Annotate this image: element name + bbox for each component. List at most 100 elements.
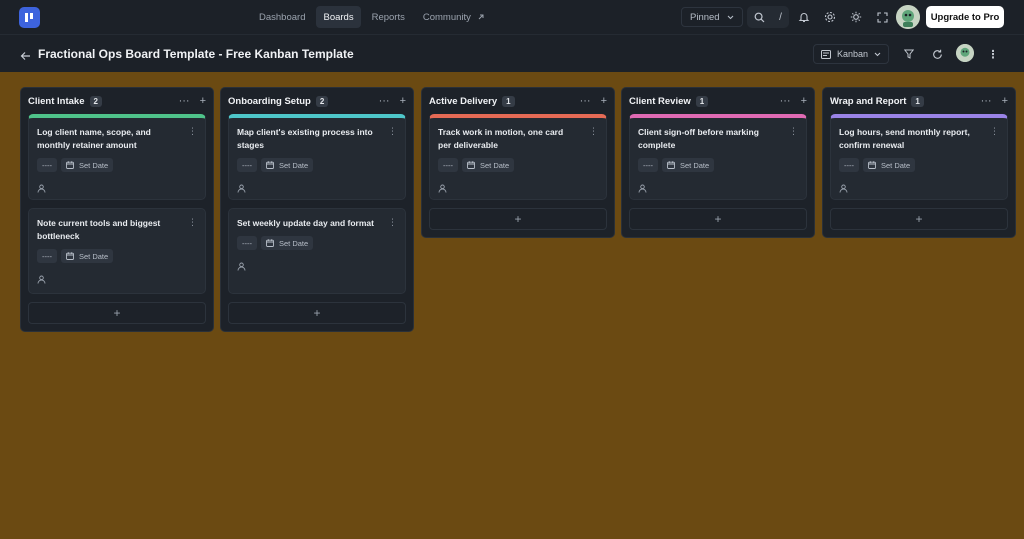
priority-chip[interactable]: ---- — [638, 158, 658, 172]
assign-user-icon[interactable] — [237, 180, 247, 193]
task-card[interactable]: Track work in motion, one card per deliv… — [429, 114, 607, 200]
add-card-button[interactable]: + — [629, 208, 807, 230]
add-card-button[interactable]: + — [830, 208, 1008, 230]
set-date-button[interactable]: Set Date — [61, 158, 114, 172]
add-card-button[interactable]: + — [429, 208, 607, 230]
card-more-icon[interactable]: ⋮ — [188, 126, 197, 137]
priority-chip[interactable]: ---- — [839, 158, 859, 172]
task-card[interactable]: Set weekly update day and format ⋮ ---- … — [228, 208, 406, 294]
add-card-icon[interactable]: + — [801, 95, 807, 107]
set-date-label: Set Date — [279, 238, 309, 248]
back-arrow-icon[interactable] — [20, 48, 31, 66]
assign-user-icon[interactable] — [37, 180, 47, 193]
add-card-button[interactable]: + — [228, 302, 406, 324]
set-date-button[interactable]: Set Date — [462, 158, 515, 172]
card-more-icon[interactable]: ⋮ — [188, 217, 197, 228]
column-actions: ··· + — [379, 95, 406, 107]
nav-dashboard[interactable]: Dashboard — [252, 6, 312, 28]
calendar-icon — [66, 161, 74, 169]
view-selector[interactable]: Kanban — [813, 44, 889, 64]
set-date-label: Set Date — [279, 160, 309, 170]
add-card-icon[interactable]: + — [200, 95, 206, 107]
more-horizontal-icon[interactable]: ··· — [780, 95, 791, 107]
task-card[interactable]: Note current tools and biggest bottlenec… — [28, 208, 206, 294]
bell-icon[interactable] — [797, 10, 811, 24]
add-card-icon[interactable]: + — [1002, 95, 1008, 107]
assign-user-icon[interactable] — [638, 180, 648, 193]
filter-icon[interactable] — [903, 48, 915, 60]
card-more-icon[interactable]: ⋮ — [388, 126, 397, 137]
assign-user-icon[interactable] — [438, 180, 448, 193]
column-header: Client Review 1 ··· + — [622, 88, 814, 114]
add-card-button[interactable]: + — [28, 302, 206, 324]
priority-chip[interactable]: ---- — [237, 236, 257, 250]
more-horizontal-icon[interactable]: ··· — [179, 95, 190, 107]
column-actions: ··· + — [580, 95, 607, 107]
set-date-button[interactable]: Set Date — [261, 158, 314, 172]
set-date-button[interactable]: Set Date — [261, 236, 314, 250]
set-date-button[interactable]: Set Date — [61, 249, 114, 263]
kanban-column: Wrap and Report 1 ··· + Log hours, send … — [822, 87, 1016, 238]
sun-icon[interactable] — [849, 10, 863, 24]
nav-community[interactable]: Community — [416, 6, 492, 28]
pinned-label: Pinned — [690, 11, 720, 23]
priority-value: ---- — [844, 160, 854, 170]
nav-community-label: Community — [422, 11, 471, 23]
app-logo[interactable] — [19, 7, 40, 28]
top-nav: Dashboard Boards Reports Community Pinne… — [0, 0, 1024, 34]
main-nav: Dashboard Boards Reports Community — [252, 6, 492, 28]
card-more-icon[interactable]: ⋮ — [789, 126, 798, 137]
priority-chip[interactable]: ---- — [37, 249, 57, 263]
fullscreen-icon[interactable] — [875, 10, 889, 24]
column-title: Active Delivery — [429, 95, 498, 107]
add-card-icon[interactable]: + — [601, 95, 607, 107]
external-link-icon — [478, 14, 484, 20]
set-date-label: Set Date — [79, 251, 109, 261]
set-date-button[interactable]: Set Date — [662, 158, 715, 172]
add-card-icon[interactable]: + — [400, 95, 406, 107]
column-title: Client Intake — [28, 95, 85, 107]
priority-value: ---- — [42, 160, 52, 170]
more-vertical-icon[interactable]: ⋮ — [987, 48, 999, 61]
column-card-count: 1 — [502, 95, 515, 107]
nav-reports[interactable]: Reports — [365, 6, 412, 28]
card-title: Map client's existing process into stage… — [237, 127, 373, 150]
set-date-button[interactable]: Set Date — [863, 158, 916, 172]
task-card[interactable]: Log hours, send monthly report, confirm … — [830, 114, 1008, 200]
column-title: Client Review — [629, 95, 691, 107]
board-member-avatar[interactable] — [956, 44, 974, 62]
nav-boards[interactable]: Boards — [316, 6, 361, 28]
kanban-column: Client Review 1 ··· + Client sign-off be… — [621, 87, 815, 238]
priority-chip[interactable]: ---- — [438, 158, 458, 172]
search-button[interactable]: / — [747, 6, 789, 28]
upgrade-button[interactable]: Upgrade to Pro — [926, 6, 1004, 28]
card-meta: ---- Set Date — [237, 158, 397, 172]
priority-value: ---- — [242, 160, 252, 170]
card-more-icon[interactable]: ⋮ — [388, 217, 397, 228]
task-card[interactable]: Log client name, scope, and monthly reta… — [28, 114, 206, 200]
user-avatar[interactable] — [896, 5, 920, 29]
priority-chip[interactable]: ---- — [37, 158, 57, 172]
card-meta: ---- Set Date — [237, 236, 397, 250]
more-horizontal-icon[interactable]: ··· — [379, 95, 390, 107]
task-card[interactable]: Map client's existing process into stage… — [228, 114, 406, 200]
gear-icon[interactable] — [823, 10, 837, 24]
assign-user-icon[interactable] — [237, 258, 247, 271]
column-card-count: 2 — [89, 95, 102, 107]
column-actions: ··· + — [780, 95, 807, 107]
card-more-icon[interactable]: ⋮ — [589, 126, 598, 137]
priority-chip[interactable]: ---- — [237, 158, 257, 172]
pinned-dropdown[interactable]: Pinned — [681, 7, 743, 27]
assign-user-icon[interactable] — [839, 180, 849, 193]
column-actions: ··· + — [981, 95, 1008, 107]
calendar-icon — [266, 239, 274, 247]
column-title: Onboarding Setup — [228, 95, 311, 107]
column-header: Wrap and Report 1 ··· + — [823, 88, 1015, 114]
card-more-icon[interactable]: ⋮ — [990, 126, 999, 137]
refresh-icon[interactable] — [931, 48, 943, 60]
more-horizontal-icon[interactable]: ··· — [981, 95, 992, 107]
assign-user-icon[interactable] — [37, 271, 47, 284]
more-horizontal-icon[interactable]: ··· — [580, 95, 591, 107]
card-title: Client sign-off before marking complete — [638, 127, 759, 150]
task-card[interactable]: Client sign-off before marking complete … — [629, 114, 807, 200]
